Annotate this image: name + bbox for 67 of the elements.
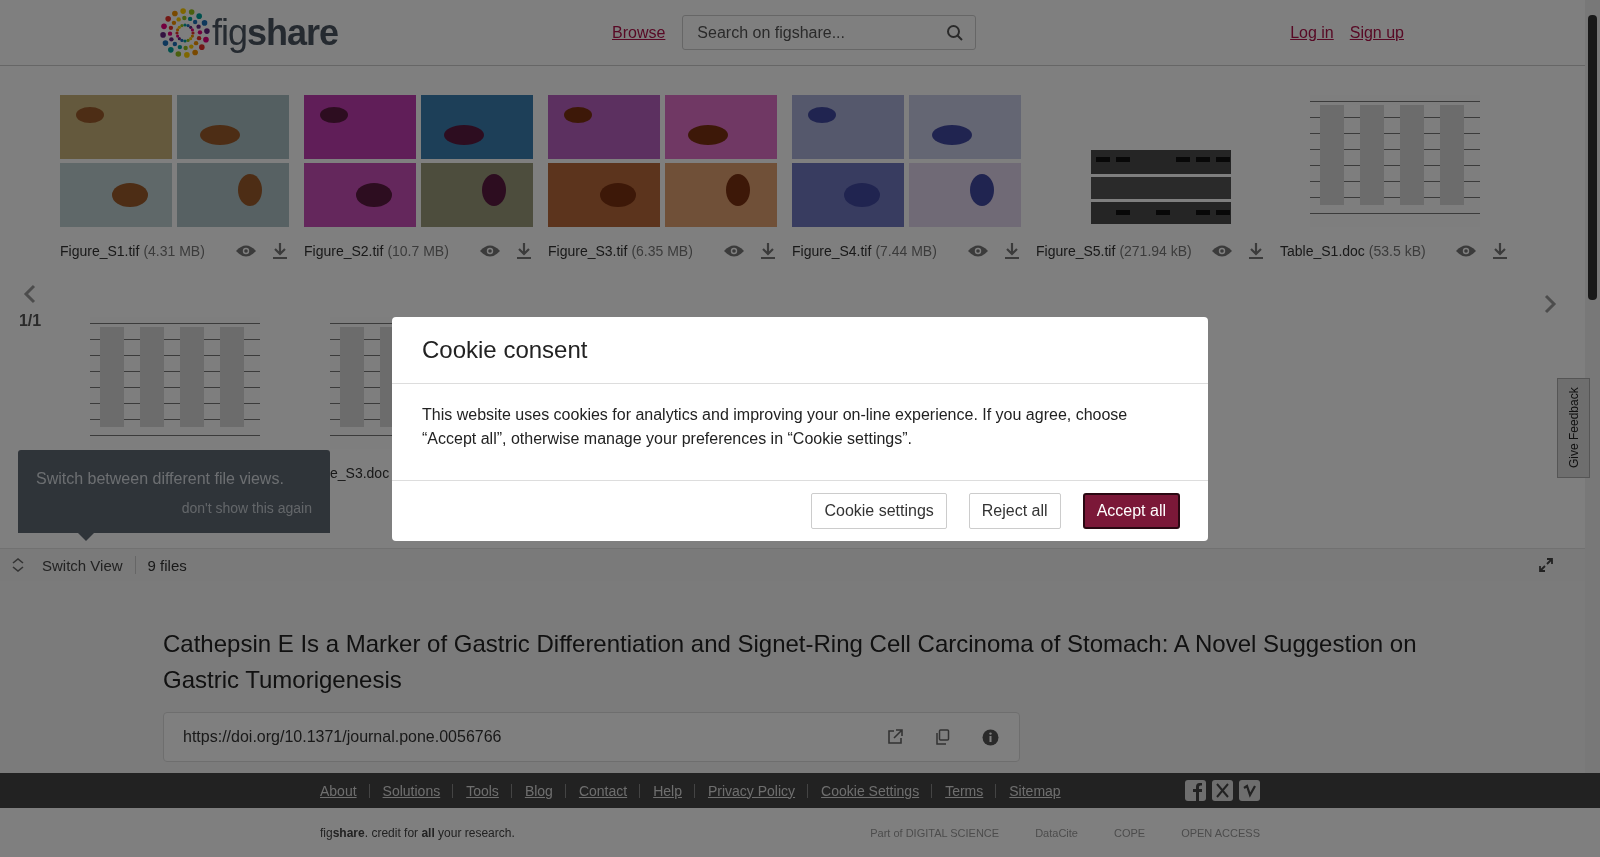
feedback-tab[interactable]: Give Feedback	[1557, 378, 1590, 478]
footer-link[interactable]: Sitemap	[995, 783, 1061, 798]
footer-link[interactable]: Blog	[510, 783, 553, 798]
file-name: Figure_S3.tif	[548, 243, 628, 259]
file-size: (53.5 kB)	[1368, 243, 1426, 259]
eye-icon[interactable]	[1455, 244, 1477, 258]
auth-link[interactable]: Sign up	[1349, 23, 1404, 42]
dialog-button[interactable]: Cookie settings	[811, 493, 947, 529]
copy-icon[interactable]	[935, 729, 950, 745]
chevron-right-icon[interactable]	[1543, 294, 1557, 314]
facebook-icon[interactable]	[1185, 780, 1206, 801]
eye-icon[interactable]	[723, 244, 745, 258]
footer-link[interactable]: Privacy Policy	[693, 783, 796, 798]
eye-icon[interactable]	[1211, 244, 1233, 258]
file-size: (6.35 MB)	[631, 243, 693, 259]
search-field[interactable]: Search on figshare...	[682, 15, 977, 50]
download-icon[interactable]	[271, 242, 289, 260]
footer-link[interactable]: Contact	[564, 783, 628, 798]
eye-icon[interactable]	[967, 244, 989, 258]
footer-link[interactable]: Cookie Settings	[807, 783, 920, 798]
switch-view-label[interactable]: Switch View	[42, 556, 123, 574]
file-size: (7.44 MB)	[875, 243, 937, 259]
browse-link[interactable]: Browse	[612, 23, 666, 42]
file-size: (10.7 MB)	[387, 243, 449, 259]
tagline: figshare. credit for all your research.	[320, 825, 515, 840]
file-name: Figure_S5.tif	[1036, 243, 1116, 259]
logo-text[interactable]: figshare	[212, 11, 339, 54]
file-name: Table_S1.doc	[1280, 243, 1365, 259]
file-count: 9 files	[147, 556, 187, 574]
eye-icon[interactable]	[235, 244, 257, 258]
switch-view-icon[interactable]	[12, 558, 24, 572]
doi-link[interactable]: https://doi.org/10.1371/journal.pone.0056766	[183, 728, 502, 746]
footer-link[interactable]: Terms	[931, 783, 984, 798]
download-icon[interactable]	[515, 242, 533, 260]
expand-icon[interactable]	[1539, 558, 1553, 572]
chevron-left-icon[interactable]	[23, 284, 37, 304]
vimeo-icon[interactable]	[1239, 780, 1260, 801]
download-icon[interactable]	[1003, 242, 1021, 260]
dialog-text: This website uses cookies for analytics and improving your on-line experience. If you agree, choose “Accept all”, otherwise manage your preferences in “Cookie settings”.	[422, 405, 1129, 449]
file-name: Figure_S1.tif	[60, 243, 140, 259]
footer-link[interactable]: Help	[639, 783, 682, 798]
file-size: (4.31 MB)	[143, 243, 205, 259]
file-size: (271.94 kB)	[1119, 243, 1192, 259]
search-icon[interactable]	[946, 24, 965, 42]
article-title: Cathepsin E Is a Marker of Gastric Differentiation and Signet-Ring Cell Carcinoma of Stomach: A Novel Suggestion on Gastric Tumorigenesis	[163, 629, 1418, 695]
x-icon[interactable]	[1212, 780, 1233, 801]
dialog-button[interactable]: Reject all	[968, 493, 1061, 529]
tooltip-pointer	[78, 533, 94, 541]
download-icon[interactable]	[759, 242, 777, 260]
footer-link[interactable]: About	[320, 783, 357, 798]
dialog-title: Cookie consent	[422, 336, 588, 364]
page-indicator: 1/1	[18, 312, 42, 330]
download-icon[interactable]	[1491, 242, 1509, 260]
file-name: Figure_S4.tif	[792, 243, 872, 259]
file-name: e_S3.doc	[330, 465, 390, 481]
footer-link[interactable]: Solutions	[368, 783, 441, 798]
footer-link[interactable]: Tools	[452, 783, 499, 798]
file-name: Figure_S2.tif	[304, 243, 384, 259]
logo-icon	[160, 7, 210, 58]
auth-link[interactable]: Log in	[1290, 23, 1334, 42]
scrollbar[interactable]	[1585, 0, 1600, 773]
accept-button[interactable]: Accept all	[1082, 493, 1180, 529]
download-icon[interactable]	[1247, 242, 1265, 260]
external-link-icon[interactable]	[887, 729, 903, 745]
tooltip-text: Switch between different file views.	[36, 470, 285, 488]
eye-icon[interactable]	[479, 244, 501, 258]
info-icon[interactable]	[982, 728, 999, 746]
